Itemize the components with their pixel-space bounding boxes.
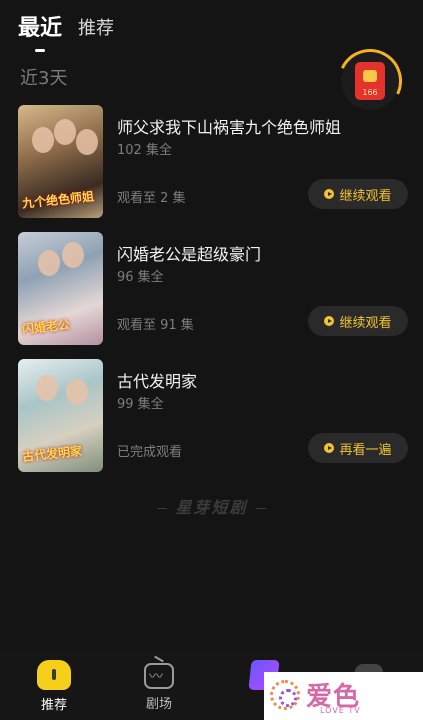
watch-progress: 观看至 2 集 <box>117 191 186 206</box>
action-label: 继续观看 <box>339 315 392 331</box>
poster-figure <box>32 127 54 153</box>
watch-progress: 已完成观看 <box>117 445 183 460</box>
watermark-subtext: LOVE TV <box>320 706 361 715</box>
play-icon <box>324 443 335 453</box>
tab-recommend[interactable]: 推荐 <box>78 14 114 42</box>
brand-footer: 星芽短剧 <box>0 494 423 518</box>
poster-figure <box>76 129 98 155</box>
watermark: 爱色 LOVE TV <box>264 672 423 720</box>
poster-figure <box>38 250 60 276</box>
tab-recent[interactable]: 最近 <box>18 10 62 42</box>
nav-item-recommend[interactable]: 推荐 <box>24 660 84 713</box>
poster-caption: 九个绝色师姐 <box>21 189 95 211</box>
episode-count: 102 集全 <box>117 143 172 158</box>
continue-watching-button[interactable]: 继续观看 <box>308 306 408 336</box>
nav-label: 剧场 <box>145 697 172 712</box>
poster-caption: 闪婚老公 <box>21 317 71 337</box>
poster-figure <box>36 375 58 401</box>
drama-title[interactable]: 师父求我下山祸害九个绝色师姐 <box>117 114 341 138</box>
reward-count: 166 <box>362 88 378 97</box>
episode-count: 99 集全 <box>117 397 164 412</box>
play-icon <box>324 189 335 199</box>
divider <box>157 508 168 509</box>
recent-drama-list: 九个绝色师姐 师父求我下山祸害九个绝色师姐 102 集全 观看至 2 集 继续观… <box>18 105 408 486</box>
divider <box>255 508 266 509</box>
action-label: 继续观看 <box>339 188 392 204</box>
section-title: 近3天 <box>20 68 68 89</box>
list-item[interactable]: 闪婚老公 闪婚老公是超级豪门 96 集全 观看至 91 集 继续观看 <box>18 232 408 359</box>
nav-item-theater[interactable]: 剧场 <box>129 660 189 712</box>
list-item[interactable]: 九个绝色师姐 师父求我下山祸害九个绝色师姐 102 集全 观看至 2 集 继续观… <box>18 105 408 232</box>
continue-watching-button[interactable]: 继续观看 <box>308 179 408 209</box>
drama-poster[interactable]: 闪婚老公 <box>18 232 103 345</box>
action-label: 再看一遍 <box>339 442 392 458</box>
top-tab-bar: 最近 推荐 <box>18 10 114 42</box>
reward-widget[interactable]: 166 <box>328 39 412 123</box>
play-icon <box>324 316 335 326</box>
poster-figure <box>54 119 76 145</box>
rewatch-button[interactable]: 再看一遍 <box>308 433 408 463</box>
home-icon <box>37 660 71 690</box>
watch-progress: 观看至 91 集 <box>117 318 194 333</box>
list-item[interactable]: 古代发明家 古代发明家 99 集全 已完成观看 再看一遍 <box>18 359 408 486</box>
drama-poster[interactable]: 九个绝色师姐 <box>18 105 103 218</box>
poster-caption: 古代发明家 <box>21 443 83 465</box>
drama-title[interactable]: 闪婚老公是超级豪门 <box>117 241 261 265</box>
nav-label: 推荐 <box>40 698 67 713</box>
red-packet-icon: 166 <box>355 62 385 100</box>
drama-title[interactable]: 古代发明家 <box>117 368 197 392</box>
watermark-logo-icon <box>270 680 300 710</box>
poster-figure <box>62 242 84 268</box>
brand-name: 星芽短剧 <box>175 498 248 517</box>
episode-count: 96 集全 <box>117 270 164 285</box>
tv-icon <box>144 663 174 689</box>
drama-poster[interactable]: 古代发明家 <box>18 359 103 472</box>
poster-figure <box>66 379 88 405</box>
